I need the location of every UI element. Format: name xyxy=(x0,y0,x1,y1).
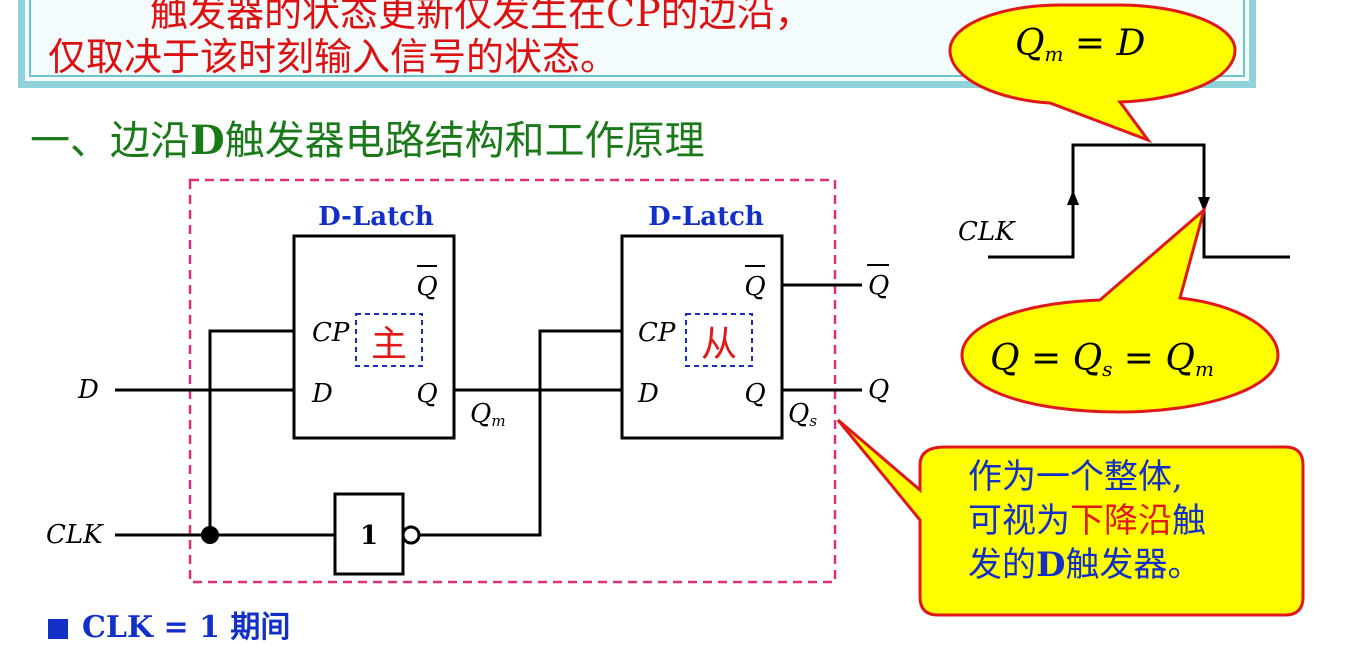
clk-junction-dot xyxy=(201,526,219,544)
master-tag: 主 xyxy=(371,324,407,365)
waveform-clk-label: CLK xyxy=(958,217,1016,247)
slave-tag: 从 xyxy=(701,324,737,365)
callout-bottom-formula: Q = Qs = Qm xyxy=(990,338,1214,381)
master-q-label: Q xyxy=(416,379,437,409)
note-line-1: 作为一个整体, xyxy=(968,457,1183,497)
bullet-square-icon xyxy=(48,619,68,639)
rising-edge-arrow xyxy=(1067,190,1079,205)
not-gate-bubble xyxy=(401,525,421,545)
slave-q-label: Q xyxy=(744,379,765,409)
master-cp-label: CP xyxy=(312,318,350,348)
slave-latch-title: D-Latch xyxy=(648,202,764,232)
slave-d-label: D xyxy=(637,379,659,409)
clk-input-label: CLK xyxy=(46,520,104,550)
qs-wire-label: Qs xyxy=(788,399,817,430)
slave-cp-label: CP xyxy=(638,318,676,348)
not-gate-label: 1 xyxy=(360,521,378,551)
clk-waveform xyxy=(988,143,1290,259)
callout-top-formula: Qm = D xyxy=(1015,23,1146,66)
d-input-label: D xyxy=(77,375,99,405)
note-line-2: 可视为下降沿触 xyxy=(968,501,1206,541)
master-latch-title: D-Latch xyxy=(318,202,434,232)
slave-qbar-label: Q xyxy=(744,272,765,302)
q-output-label: Q xyxy=(868,375,889,405)
master-qbar-label: Q xyxy=(416,272,437,302)
note-callout-text: 作为一个整体, 可视为下降沿触 发的D触发器。 xyxy=(968,455,1206,587)
bottom-heading: CLK = 1 期间 xyxy=(48,602,290,646)
qbar-output-label: Q xyxy=(868,271,889,301)
master-d-label: D xyxy=(311,379,333,409)
qm-wire-label: Qm xyxy=(470,399,506,430)
note-line-3: 发的D触发器。 xyxy=(968,545,1202,585)
